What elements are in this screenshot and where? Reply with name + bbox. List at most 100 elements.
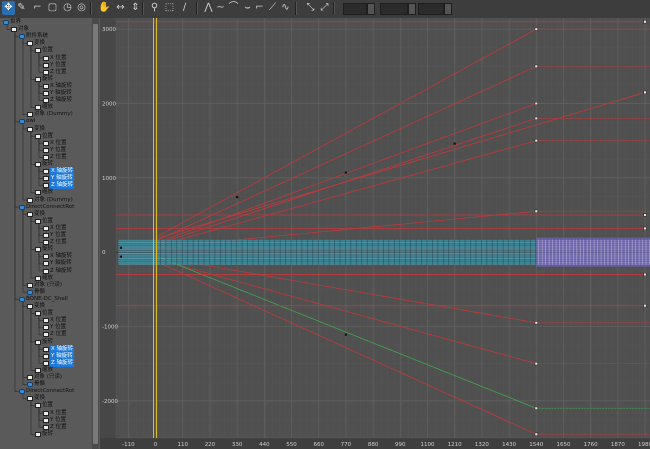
frame-horizontal-icon[interactable]: ↔: [114, 1, 127, 15]
keyframe-marker[interactable]: [453, 142, 456, 145]
keyframe-marker[interactable]: [643, 226, 647, 230]
frame-value-icon[interactable]: ⇕: [129, 1, 142, 15]
value-field-2-spinner[interactable]: [444, 3, 452, 15]
keyframe-marker[interactable]: [344, 171, 348, 174]
isolate-curve-icon[interactable]: ∕: [178, 1, 191, 15]
tree-item[interactable]: 对象 (Dummy): [27, 197, 73, 204]
keyframe-marker[interactable]: [119, 246, 123, 249]
keyframe-marker[interactable]: [643, 20, 647, 24]
tree-item[interactable]: X 位置: [43, 55, 67, 62]
keyframe-marker[interactable]: [534, 362, 538, 366]
keyframe-marker[interactable]: [236, 196, 239, 199]
value-field-spinner[interactable]: [408, 3, 416, 15]
tree-item[interactable]: 旋转: [35, 339, 53, 346]
tree-item[interactable]: 位置: [35, 402, 53, 409]
tree-item[interactable]: 缩放: [35, 367, 53, 374]
tree-item[interactable]: 变换: [27, 303, 45, 310]
frame-field-spinner[interactable]: [367, 3, 375, 15]
curve-graph-view[interactable]: 3000 2000 1000 0 -1000 -2000 -110 0 110 220 330 440…: [100, 18, 650, 449]
keyframe-marker[interactable]: [643, 213, 647, 217]
keyframe-marker[interactable]: [534, 209, 538, 213]
node-icon: [19, 296, 25, 302]
keyframe-marker[interactable]: [534, 139, 538, 143]
keyframe-marker[interactable]: [534, 101, 538, 105]
tangent-fast-icon[interactable]: ⌒: [227, 1, 240, 15]
tree-item[interactable]: 旋转: [35, 76, 53, 83]
keyframe-marker[interactable]: [534, 432, 538, 436]
tree-item[interactable]: X 轴旋转: [43, 345, 75, 353]
tree-scrollbar-thumb[interactable]: [93, 24, 98, 444]
tree-item[interactable]: 缩放: [35, 189, 53, 196]
zoom-region-icon[interactable]: ⬚: [163, 1, 176, 15]
tree-item[interactable]: 骨骼: [27, 289, 45, 296]
tree-item[interactable]: 世界: [3, 19, 21, 26]
tree-item[interactable]: 位置: [35, 133, 53, 140]
tree-item[interactable]: Z 轴旋转: [43, 268, 72, 275]
keyframe-marker[interactable]: [534, 321, 538, 325]
retime-icon[interactable]: ◷: [61, 1, 74, 15]
lock-tangents-icon[interactable]: ⤢: [318, 1, 331, 15]
keyframe-marker[interactable]: [643, 304, 647, 308]
keyframe-marker[interactable]: [534, 116, 538, 120]
retime-all-icon[interactable]: ◎: [75, 1, 88, 15]
frame-field[interactable]: [343, 3, 367, 15]
tree-item[interactable]: BONE-DC_Shell: [19, 296, 68, 303]
tree-item[interactable]: 变换: [27, 126, 45, 133]
keyframe-marker[interactable]: [534, 406, 538, 410]
tree-item[interactable]: X 轴旋转: [43, 83, 72, 90]
value-field[interactable]: [380, 3, 408, 15]
tree-item[interactable]: Y 位置: [43, 232, 66, 239]
tree-item[interactable]: Z 位置: [43, 331, 67, 338]
tree-item[interactable]: X 位置: [43, 225, 67, 232]
keyframe-band[interactable]: [118, 239, 537, 265]
move-keys-icon[interactable]: ✥: [2, 1, 15, 15]
tree-item[interactable]: owl: [19, 118, 35, 125]
tree-item[interactable]: DirectConnectRot: [19, 204, 74, 211]
pan-hand-icon[interactable]: ✋: [98, 1, 111, 15]
tree-item[interactable]: 骨骼: [27, 381, 45, 388]
keyframe-marker[interactable]: [534, 64, 538, 68]
tree-item[interactable]: 对象 (只读): [27, 374, 62, 381]
tree-item[interactable]: Y 位置: [43, 417, 66, 424]
tree-item[interactable]: Y 位置: [43, 147, 66, 154]
tree-item[interactable]: 对象 (只读): [27, 282, 62, 289]
tree-item[interactable]: Z 位置: [43, 154, 67, 161]
keyframe-marker[interactable]: [119, 255, 123, 258]
track-icon: [43, 98, 49, 104]
tree-item[interactable]: Y 位置: [43, 62, 66, 69]
controller-tree-panel[interactable]: 世界 对象 附件系统 变换 位置 X 位置 Y 位置 Z 位置 旋转 X 轴旋转 Y 轴旋转 Z 轴旋…: [0, 18, 101, 449]
tree-item[interactable]: 位置: [35, 47, 53, 54]
value-field-2[interactable]: [418, 3, 444, 15]
tree-item[interactable]: 缩放: [35, 275, 53, 282]
tree-item[interactable]: 位置: [35, 218, 53, 225]
tree-item-label: 旋转: [42, 430, 54, 437]
tree-item[interactable]: DirectConnectRot: [19, 388, 74, 395]
keyframe-marker[interactable]: [643, 272, 647, 276]
tree-item[interactable]: Y 轴旋转: [43, 90, 72, 97]
keyframe-marker[interactable]: [534, 27, 538, 31]
tree-item[interactable]: Z 位置: [43, 69, 67, 76]
draw-curves-icon[interactable]: ✎: [15, 1, 28, 15]
keyframe-marker[interactable]: [643, 90, 647, 94]
tree-item[interactable]: 旋转: [35, 161, 53, 168]
tree-item[interactable]: X 位置: [43, 140, 67, 147]
tangent-smooth-icon[interactable]: ∿: [279, 1, 292, 15]
tree-item[interactable]: 变换: [27, 211, 45, 218]
tangent-step-icon[interactable]: ⌐: [253, 1, 266, 15]
keyframe-marker[interactable]: [344, 333, 348, 336]
tree-item[interactable]: X 位置: [43, 410, 67, 417]
tree-item[interactable]: Z 位置: [43, 424, 67, 431]
insert-keys-icon[interactable]: ⌐: [31, 1, 44, 15]
zoom-icon[interactable]: ⚲: [148, 1, 161, 15]
curve-graph-canvas[interactable]: 3000 2000 1000 0 -1000 -2000 -110 0 110 220 330 440…: [100, 18, 650, 449]
region-tool-icon[interactable]: ▢: [46, 1, 59, 15]
tangent-spline-icon[interactable]: ∼: [214, 1, 227, 15]
tree-item[interactable]: Y 轴旋转: [43, 260, 72, 267]
tree-item[interactable]: Y 轴旋转: [43, 352, 74, 360]
tree-item[interactable]: Z 轴旋转: [43, 359, 75, 367]
tree-item[interactable]: 对象 (Dummy): [27, 111, 73, 118]
show-tangents-icon[interactable]: ⤡: [304, 1, 317, 15]
tree-item-label: Z 位置: [50, 153, 67, 160]
tree-item[interactable]: 旋转: [35, 431, 53, 438]
tangent-linear-icon[interactable]: ⟋: [266, 1, 279, 15]
